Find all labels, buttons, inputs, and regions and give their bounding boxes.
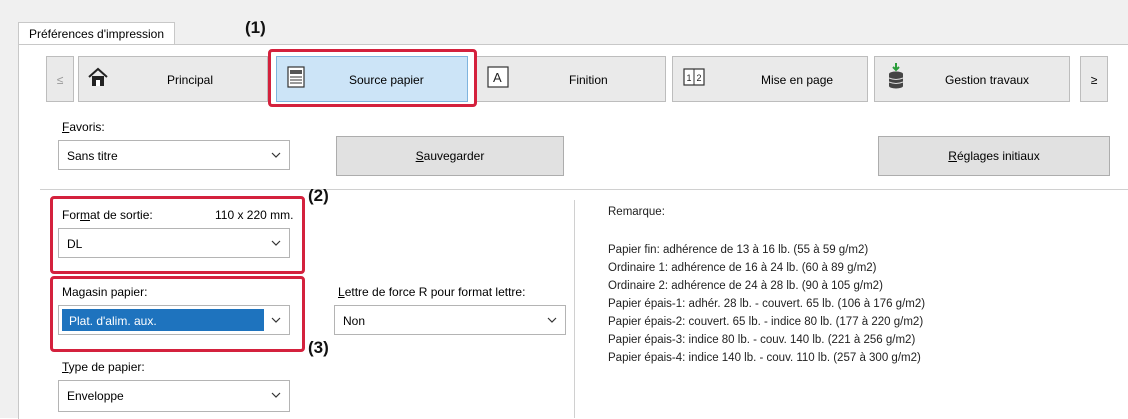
tab-mise-en-page[interactable]: 1 2 Mise en page [672,56,868,102]
remark-line: Papier épais-4: indice 140 lb. - couv. 1… [608,352,921,364]
home-icon [88,67,108,86]
paper-tray-value: Plat. d'alim. aux. [69,314,157,328]
layout-12-icon: 1 2 [683,68,705,86]
divider [40,189,1128,190]
tabs-prev-button[interactable]: ≤ [46,56,74,102]
remark-line: Papier épais-3: indice 80 lb. - couv. 14… [608,334,916,346]
tabs-next-button[interactable]: ≥ [1080,56,1108,102]
remark-line: Papier épais-2: couvert. 65 lb. - indice… [608,316,924,328]
chevron-down-icon [547,317,557,323]
paper-type-value: Enveloppe [67,389,124,403]
callout-box-1 [268,49,477,107]
tab-gestion-travaux-label: Gestion travaux [945,73,1030,87]
favorites-label: Favoris: [62,120,105,134]
database-download-icon [888,63,904,89]
save-button[interactable]: Sauvegarder [336,136,564,176]
remark-line: Ordinaire 2: adhérence de 24 à 28 lb. (9… [608,280,883,292]
callout-1: (1) [245,18,266,37]
paper-type-select[interactable]: Enveloppe [58,380,290,412]
paper-type-label: Type de papier: [62,360,145,374]
paper-tray-select[interactable]: Plat. d'alim. aux. [58,305,290,335]
favorites-select[interactable]: Sans titre [58,140,290,170]
force-letter-value: Non [343,314,366,328]
output-size-select[interactable]: DL [58,228,290,258]
tab-principal[interactable]: Principal [78,56,268,102]
output-size-label: Format de sortie: [62,208,153,222]
remark-line: Papier épais-1: adhér. 28 lb. - couvert.… [608,298,926,310]
remark-line: Ordinaire 1: adhérence de 16 à 24 lb. (6… [608,262,877,274]
output-size-dimension: 110 x 220 mm. [215,208,294,222]
force-letter-label: Lettre de force R pour format lettre: [338,285,526,299]
chevron-down-icon [271,152,281,158]
paper-tray-label: Magasin papier: [62,285,148,299]
divider-vertical [574,200,575,418]
tab-finition-label: Finition [569,73,608,87]
tab-mise-en-page-label: Mise en page [761,73,834,87]
svg-text:2: 2 [697,73,702,83]
chevron-down-icon [271,240,281,246]
remark-title: Remarque: [608,206,665,218]
callout-3: (3) [308,338,329,357]
tab-gestion-travaux[interactable]: Gestion travaux [874,56,1070,102]
svg-text:1: 1 [687,73,692,83]
tab-print-preferences[interactable]: Préférences d'impression [18,22,176,45]
remark-line: Papier fin: adhérence de 13 à 16 lb. (55… [608,244,869,256]
reset-defaults-button[interactable]: Réglages initiaux [878,136,1110,176]
svg-text:A: A [493,70,502,85]
tab-principal-label: Principal [167,73,214,87]
chevron-down-icon [271,317,281,323]
output-size-value: DL [67,237,83,251]
letter-a-icon: A [487,66,509,88]
callout-2: (2) [308,186,329,205]
chevron-down-icon [271,392,281,398]
favorites-value: Sans titre [67,149,118,163]
tab-finition[interactable]: A Finition [476,56,666,102]
force-letter-select[interactable]: Non [334,305,566,335]
